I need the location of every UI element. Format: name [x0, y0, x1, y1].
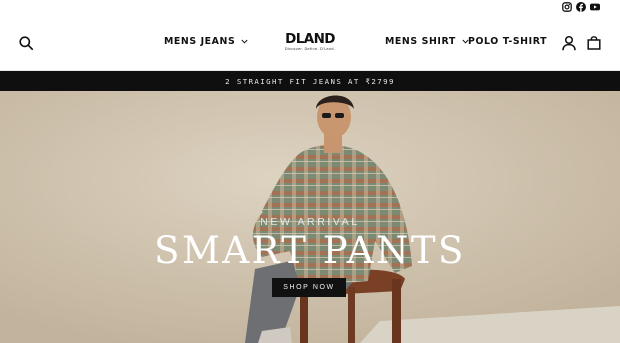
chevron-down-icon [241, 39, 248, 44]
site-header: MENS JEANS DLAND Discover. Define. D'Lan… [0, 14, 620, 71]
logo-tagline: Discover. Define. D'Land. [284, 47, 336, 51]
hero-kicker: NEW ARRIVAL [260, 216, 360, 228]
youtube-icon[interactable] [590, 2, 600, 12]
shop-now-button[interactable]: SHOP NOW [272, 278, 346, 297]
user-icon[interactable] [562, 35, 576, 51]
search-icon[interactable] [18, 35, 34, 51]
nav-mens-jeans[interactable]: MENS JEANS [164, 36, 248, 47]
bag-icon[interactable] [587, 36, 601, 50]
announcement-text: 2 STRAIGHT FIT JEANS AT ₹2799 [225, 77, 395, 86]
hero-title: SMART PANTS [154, 229, 466, 272]
logo-wordmark: DLAND [285, 31, 335, 47]
announcement-bar[interactable]: 2 STRAIGHT FIT JEANS AT ₹2799 [0, 71, 620, 91]
instagram-icon[interactable] [562, 2, 572, 12]
nav-mens-shirt[interactable]: MENS SHIRT [385, 36, 469, 47]
facebook-icon[interactable] [576, 2, 586, 12]
nav-polo-tshirt[interactable]: POLO T-SHIRT [468, 36, 547, 47]
nav-mens-jeans-label: MENS JEANS [164, 36, 236, 47]
top-utility-bar [0, 0, 620, 14]
hero-banner: NEW ARRIVAL SMART PANTS SHOP NOW [0, 91, 620, 343]
nav-mens-shirt-label: MENS SHIRT [385, 36, 456, 47]
nav-polo-tshirt-label: POLO T-SHIRT [468, 36, 548, 47]
brand-logo[interactable]: DLAND Discover. Define. D'Land. [281, 32, 339, 54]
social-links [562, 2, 600, 12]
